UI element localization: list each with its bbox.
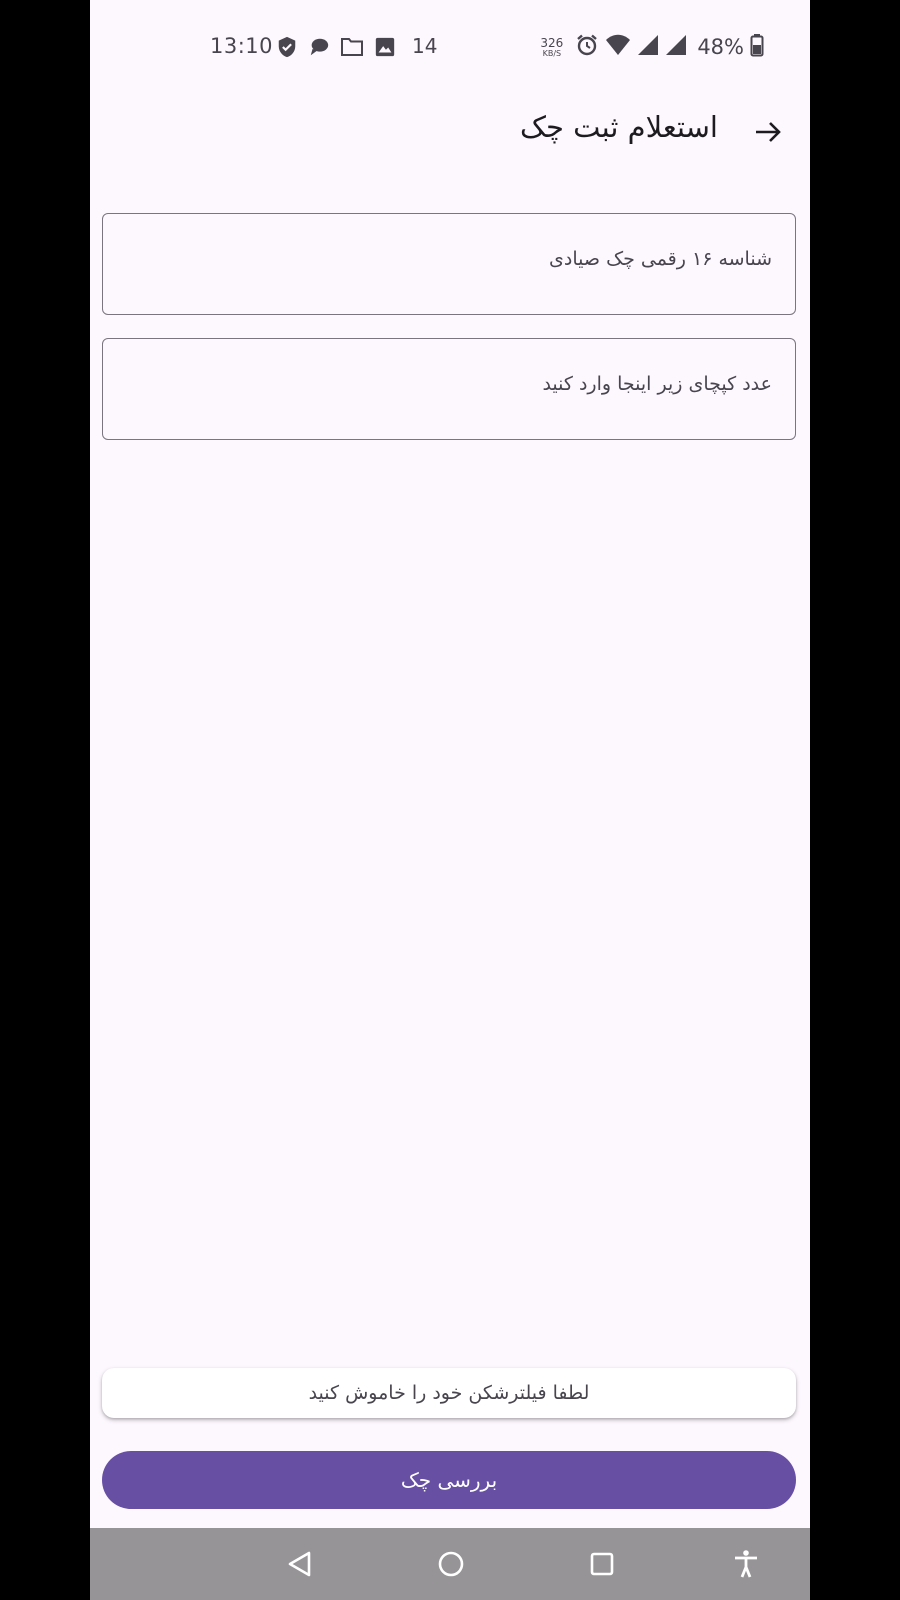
chat-bubble-icon xyxy=(308,36,330,58)
check-cheque-label: بررسی چک xyxy=(400,1468,498,1492)
signal-icon xyxy=(637,34,659,60)
check-cheque-button[interactable]: بررسی چک xyxy=(102,1451,796,1509)
notification-count: 14 xyxy=(412,34,438,58)
net-speed: 326 KB/S xyxy=(540,35,564,58)
nav-back-icon[interactable] xyxy=(285,1548,317,1580)
verified-shield-icon xyxy=(276,36,298,58)
captcha-placeholder: عدد کپچای زیر اینجا وارد کنید xyxy=(542,373,772,395)
signal-icon xyxy=(665,34,687,60)
nav-recents-icon[interactable] xyxy=(586,1548,618,1580)
cheque-id-placeholder: شناسه ۱۶ رقمی چک صیادی xyxy=(549,248,772,270)
image-icon xyxy=(374,36,396,58)
app-screen: 13:10 14 326 KB/S 48% استعلام ثبت چک شنا… xyxy=(90,0,810,1600)
toast-message: لطفا فیلترشکن خود را خاموش کنید xyxy=(308,1382,590,1404)
vpn-warning-toast: لطفا فیلترشکن خود را خاموش کنید xyxy=(102,1368,796,1418)
top-app-bar: استعلام ثبت چک xyxy=(90,96,810,168)
status-notification-icons: 14 xyxy=(276,34,438,58)
status-time: 13:10 xyxy=(210,34,274,58)
battery-icon xyxy=(750,33,764,61)
arrow-back-icon[interactable] xyxy=(752,116,784,148)
status-bar: 13:10 14 326 KB/S 48% xyxy=(90,0,810,96)
captcha-field[interactable]: عدد کپچای زیر اینجا وارد کنید xyxy=(102,338,796,440)
accessibility-icon[interactable] xyxy=(730,1548,762,1580)
wifi-icon xyxy=(605,34,631,60)
folder-icon xyxy=(340,36,364,58)
page-title: استعلام ثبت چک xyxy=(520,110,718,144)
alarm-icon xyxy=(575,33,599,61)
status-system-icons: 326 KB/S 48% xyxy=(540,33,764,61)
nav-home-icon[interactable] xyxy=(435,1548,467,1580)
cheque-id-field[interactable]: شناسه ۱۶ رقمی چک صیادی xyxy=(102,213,796,315)
system-nav-bar xyxy=(90,1528,810,1600)
battery-percent: 48% xyxy=(697,35,744,59)
